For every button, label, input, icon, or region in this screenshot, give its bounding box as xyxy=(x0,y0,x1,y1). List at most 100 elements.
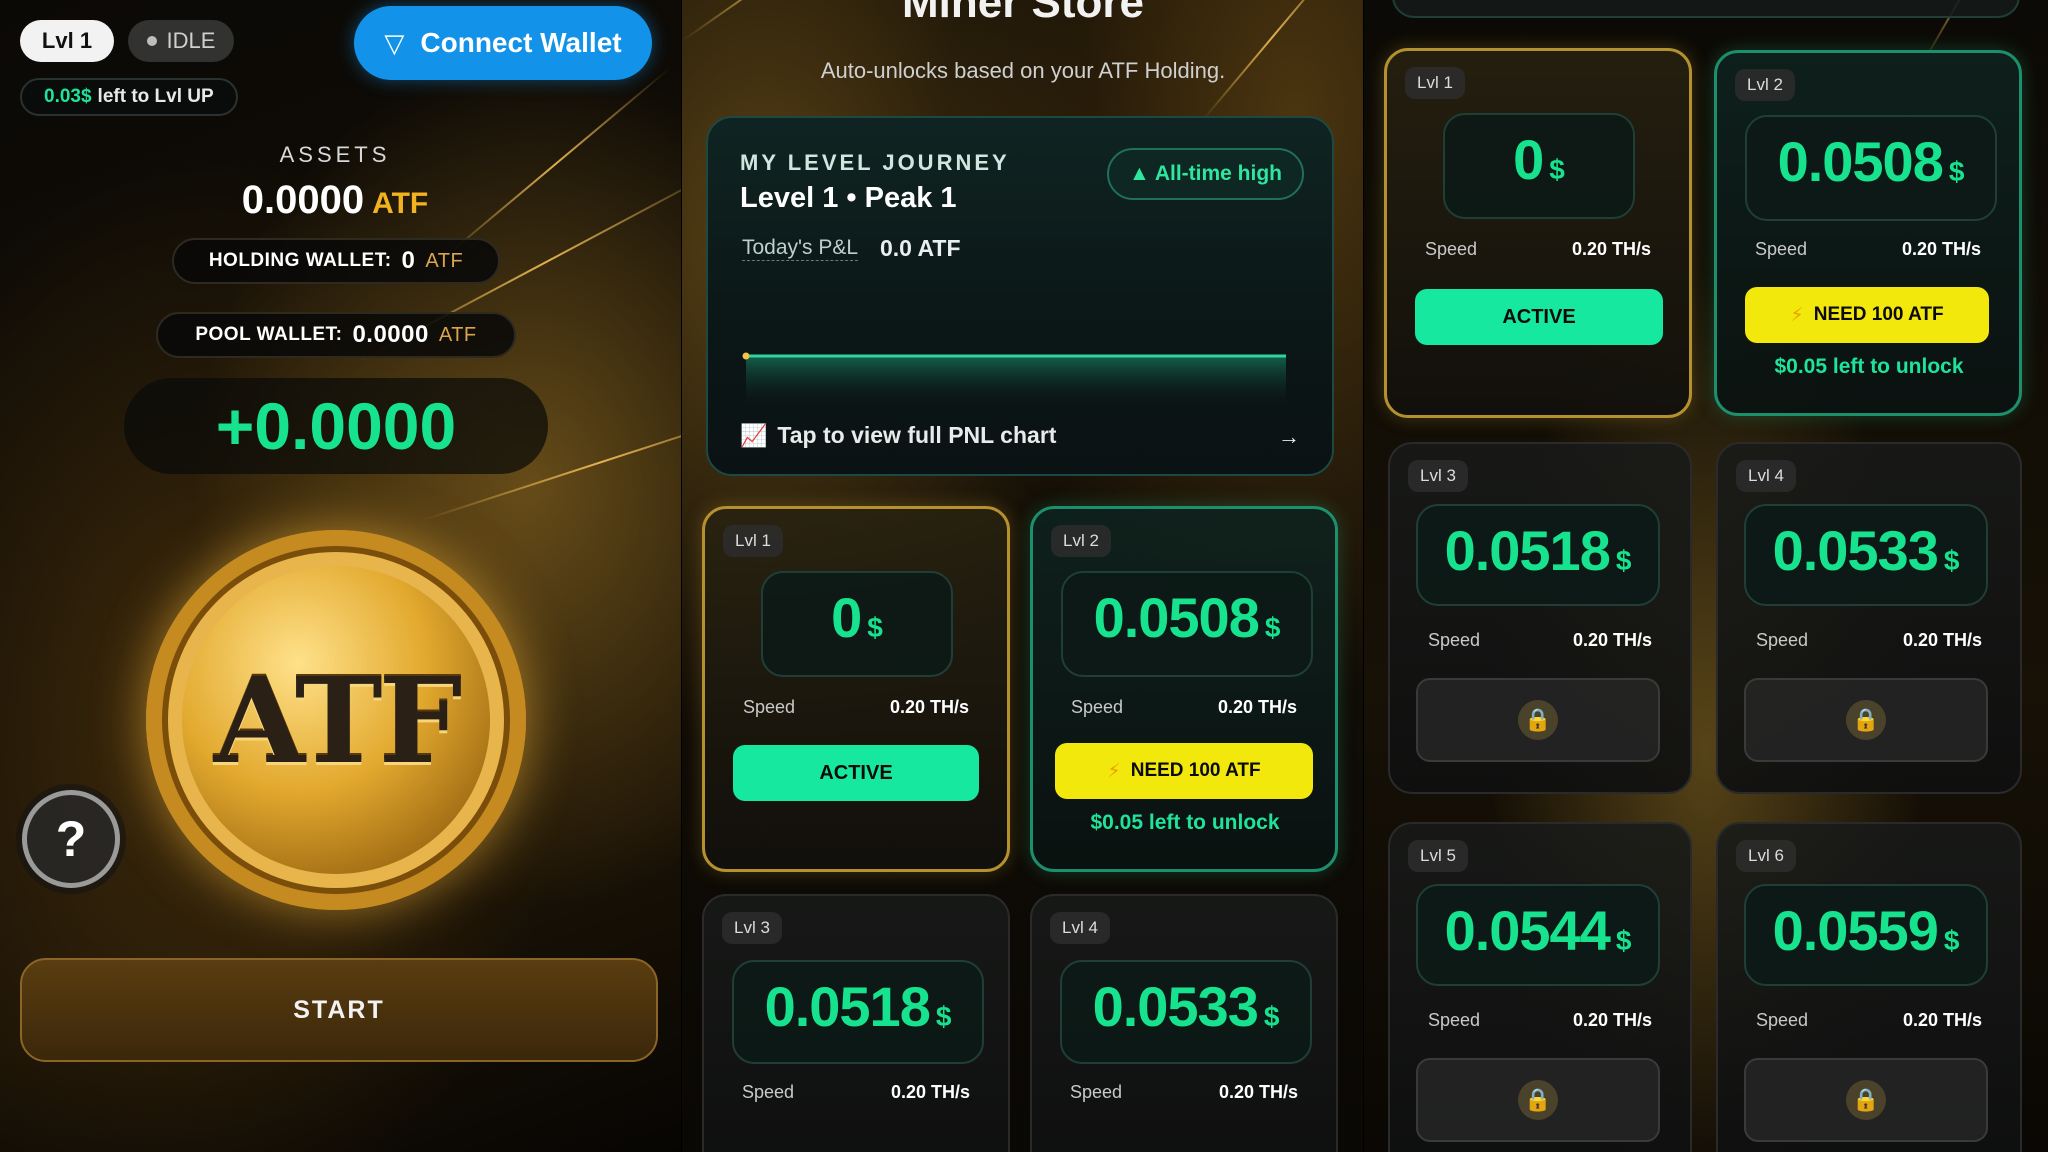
speed-label: Speed xyxy=(1070,1082,1123,1102)
price-value: 0.0544 xyxy=(1444,899,1611,962)
status-dot-icon xyxy=(146,36,157,46)
sparkline-start-dot xyxy=(742,352,750,360)
miner-card-lvl2[interactable]: Lvl 2 0.0508 $ Speed 0.20 TH/s ⚡ NEED 100 … xyxy=(1714,50,2022,416)
holding-wallet: HOLDING WALLET: 0 ATF xyxy=(172,238,500,284)
miner-card-lvl3[interactable]: Lvl 3 0.0518 $ Speed 0.20 TH/s 🔒 xyxy=(1388,442,1692,794)
miner-grid-panel: Lvl 1 0 $ Speed 0.20 TH/s ACTIVE Lvl 2 0.… xyxy=(1364,0,2048,1152)
assets-currency: ATF xyxy=(372,187,429,220)
wallet-panel: Lvl 1 IDLE ▽ Connect Wallet 0.03$ left t… xyxy=(0,0,682,1152)
level-journey-card[interactable]: MY LEVEL JOURNEY Level 1 • Peak 1 ▲ All-… xyxy=(706,116,1334,476)
unlock-remaining-text: $0.05 left to unlock xyxy=(1090,811,1280,834)
status-badge: IDLE xyxy=(128,20,234,62)
price-currency: $ xyxy=(1264,612,1281,643)
speed-label: Speed xyxy=(743,697,796,717)
holding-wallet-value: 0 xyxy=(401,247,416,274)
card-price: 0.0559 $ xyxy=(1744,884,1988,986)
wallet-icon: ▽ xyxy=(384,27,405,58)
journey-card-edge xyxy=(1392,0,2020,18)
speed-value: 0.20 TH/s xyxy=(1218,1082,1298,1102)
speed-value: 0.20 TH/s xyxy=(1901,239,1981,259)
card-level-tag: Lvl 4 xyxy=(1736,460,1796,492)
page-subtitle: Auto-unlocks based on your ATF Holding. xyxy=(820,58,1226,83)
speed-value: 0.20 TH/s xyxy=(890,1082,970,1102)
miner-card-lvl1[interactable]: Lvl 1 0 $ Speed 0.20 TH/s ACTIVE xyxy=(702,506,1010,872)
status-text: IDLE xyxy=(166,28,216,53)
level-up-progress: 0.03$ left to Lvl UP xyxy=(20,78,238,116)
card-price: 0.0518 $ xyxy=(732,960,984,1064)
price-currency: $ xyxy=(1943,545,1960,576)
lock-icon: 🔒 xyxy=(1846,1080,1886,1120)
price-currency: $ xyxy=(1943,925,1960,956)
start-label: START xyxy=(293,995,385,1024)
card-price: 0.0518 $ xyxy=(1416,504,1660,606)
miner-card-lvl2[interactable]: Lvl 2 0.0508 $ Speed 0.20 TH/s ⚡ NEED 100 … xyxy=(1030,506,1338,872)
price-currency: $ xyxy=(1948,156,1965,187)
bolt-icon: ⚡ xyxy=(1790,304,1804,326)
locked-slot: 🔒 xyxy=(1416,1058,1660,1142)
pool-wallet-unit: ATF xyxy=(438,323,477,346)
card-price: 0.0508 $ xyxy=(1745,115,1997,221)
connect-wallet-label: Connect Wallet xyxy=(420,27,622,58)
speed-label: Speed xyxy=(742,1082,795,1102)
level-up-amount: 0.03$ xyxy=(44,86,92,107)
miner-card-lvl1[interactable]: Lvl 1 0 $ Speed 0.20 TH/s ACTIVE xyxy=(1384,48,1692,418)
speed-value: 0.20 TH/s xyxy=(1571,239,1651,259)
speed-label: Speed xyxy=(1071,697,1124,717)
miner-card-lvl4[interactable]: Lvl 4 0.0533 $ Speed 0.20 TH/s 🔒 xyxy=(1716,442,2022,794)
card-price: 0 $ xyxy=(1443,113,1635,219)
start-mining-button[interactable]: START xyxy=(20,958,658,1062)
speed-label: Speed xyxy=(1755,239,1808,259)
pool-wallet-value: 0.0000 xyxy=(352,321,429,348)
price-currency: $ xyxy=(1549,154,1565,185)
miner-card-lvl6[interactable]: Lvl 6 0.0559 $ Speed 0.20 TH/s 🔒 xyxy=(1716,822,2022,1152)
miner-store-panel: Miner Store Auto-unlocks based on your A… xyxy=(682,0,1364,1152)
card-level-tag: Lvl 5 xyxy=(1408,840,1468,872)
speed-value: 0.20 TH/s xyxy=(1902,1010,1982,1030)
need-atf-button[interactable]: ⚡ NEED 100 ATF xyxy=(1745,287,1989,343)
price-currency: $ xyxy=(867,612,883,643)
card-level-tag: Lvl 1 xyxy=(1405,67,1465,99)
locked-slot: 🔒 xyxy=(1416,678,1660,762)
need-atf-button[interactable]: ⚡ NEED 100 ATF xyxy=(1055,743,1313,799)
price-currency: $ xyxy=(935,1001,952,1032)
price-currency: $ xyxy=(1263,1001,1280,1032)
connect-wallet-button[interactable]: ▽ Connect Wallet xyxy=(354,6,652,80)
card-level-tag: Lvl 1 xyxy=(723,525,783,557)
miner-card-lvl3[interactable]: Lvl 3 0.0518 $ Speed 0.20 TH/s xyxy=(702,894,1010,1152)
miner-card-lvl5[interactable]: Lvl 5 0.0544 $ Speed 0.20 TH/s 🔒 xyxy=(1388,822,1692,1152)
speed-label: Speed xyxy=(1756,1010,1809,1030)
locked-slot: 🔒 xyxy=(1744,678,1988,762)
level-badge-text: Lvl 1 xyxy=(41,28,93,53)
price-value: 0.0508 xyxy=(1093,586,1260,649)
card-level-tag: Lvl 3 xyxy=(722,912,782,944)
speed-value: 0.20 TH/s xyxy=(1572,1010,1652,1030)
active-button[interactable]: ACTIVE xyxy=(1415,289,1663,345)
card-price: 0.0533 $ xyxy=(1060,960,1312,1064)
active-button[interactable]: ACTIVE xyxy=(733,745,979,801)
arrow-right-icon[interactable]: → xyxy=(1278,424,1300,450)
card-price: 0 $ xyxy=(761,571,953,677)
help-icon[interactable]: ? xyxy=(22,790,120,888)
card-price: 0.0533 $ xyxy=(1744,504,1988,606)
speed-label: Speed xyxy=(1428,630,1481,650)
unlock-remaining-text: $0.05 left to unlock xyxy=(1774,355,1964,378)
price-value: 0.0518 xyxy=(1444,519,1611,582)
card-price: 0.0508 $ xyxy=(1061,571,1313,677)
locked-slot: 🔒 xyxy=(1744,1058,1988,1142)
price-value: 0.0518 xyxy=(764,975,931,1038)
speed-label: Speed xyxy=(1756,630,1809,650)
journey-level: Level 1 • Peak 1 xyxy=(740,182,957,214)
miner-card-lvl4[interactable]: Lvl 4 0.0533 $ Speed 0.20 TH/s xyxy=(1030,894,1338,1152)
atf-coin-button[interactable]: ATF xyxy=(146,530,526,910)
lock-icon: 🔒 xyxy=(1846,700,1886,740)
pnl-label: Today's P&L xyxy=(742,236,859,261)
holding-wallet-label: HOLDING WALLET: xyxy=(208,250,392,271)
speed-label: Speed xyxy=(1425,239,1478,259)
price-value: 0 xyxy=(1513,128,1544,191)
card-level-tag: Lvl 4 xyxy=(1050,912,1110,944)
price-value: 0 xyxy=(831,586,862,649)
assets-label: ASSETS xyxy=(279,142,391,167)
view-pnl-chart-link[interactable]: 📈 Tap to view full PNL chart xyxy=(740,422,1056,449)
help-glyph: ? xyxy=(55,811,87,867)
level-up-text: left to Lvl UP xyxy=(97,86,214,107)
